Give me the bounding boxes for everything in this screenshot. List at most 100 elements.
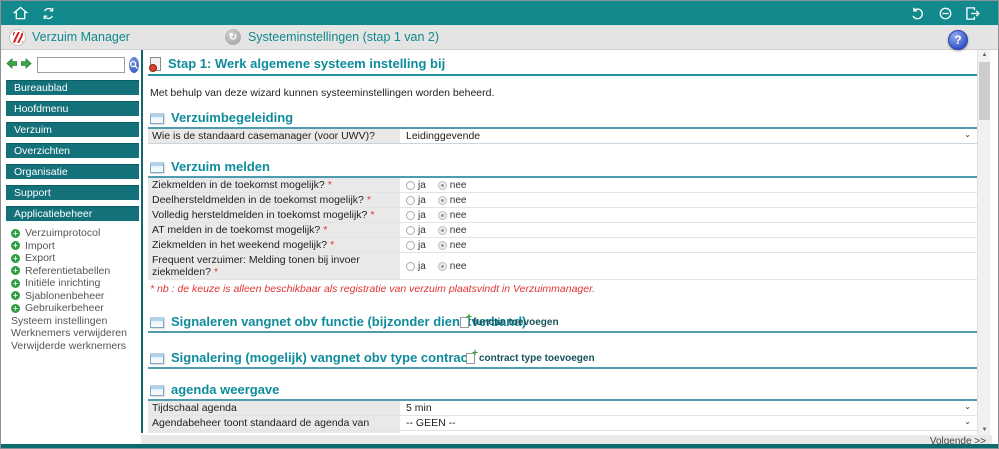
sidebar-nav (6, 54, 139, 76)
app-header: Verzuim Manager ↻ Systeeminstellingen (s… (1, 25, 998, 50)
required-asterisk: * (366, 194, 371, 206)
add-link-label: functie toevoegen (473, 317, 559, 328)
select-value: Leidinggevende (406, 130, 481, 142)
sidebar-item-import[interactable]: + Import (1, 240, 141, 253)
sidebar-item-overzichten[interactable]: Overzichten (6, 143, 139, 158)
window-icon (150, 385, 164, 396)
plus-circle-icon: + (11, 291, 20, 301)
radio-option-nee[interactable]: nee (437, 179, 467, 191)
sidebar-item-systeem-instellingen[interactable]: Systeem instellingen (1, 315, 141, 328)
question-text: Frequent verzuimer: Melding tonen bij in… (152, 254, 360, 278)
radio-icon[interactable] (406, 240, 415, 250)
forward-arrow-icon[interactable] (20, 56, 32, 74)
undo-icon[interactable] (906, 4, 928, 22)
radio-option-nee[interactable]: nee (437, 260, 467, 272)
radio-option-nee[interactable]: nee (437, 210, 466, 221)
radio-option-ja[interactable]: ja (406, 210, 426, 221)
add-link-label: contract type toevoegen (479, 353, 595, 364)
chevron-down-icon[interactable]: ⌄ (964, 402, 971, 411)
required-asterisk: * (330, 239, 335, 251)
sub-item-label: Verzuimprotocol (25, 227, 101, 240)
radio-option-ja[interactable]: ja (406, 261, 426, 272)
wizard-intro-text: Met behulp van deze wizard kunnen systee… (150, 87, 495, 99)
radio-option-ja[interactable]: ja (406, 225, 426, 236)
radio-icon[interactable] (437, 261, 447, 271)
exit-icon[interactable] (962, 4, 984, 22)
sync-icon[interactable] (37, 4, 59, 22)
sidebar-item-bureaublad[interactable]: Bureaublad (6, 80, 139, 95)
home-icon[interactable] (9, 4, 31, 22)
radio-option-nee[interactable]: nee (437, 225, 466, 236)
logout-icon[interactable] (934, 4, 956, 22)
row-label: Ziekmelden in de toekomst mogelijk? * (148, 178, 400, 192)
sidebar-item-applicatiebeheer[interactable]: Applicatiebeheer (6, 206, 139, 221)
sidebar-item-hoofdmenu[interactable]: Hoofdmenu (6, 101, 139, 116)
radio-option-uit[interactable]: uit (447, 433, 470, 434)
row-label: Tijdweergave bij afspraak in agenda (148, 431, 400, 433)
radio-icon[interactable] (437, 210, 447, 220)
sub-item-label: Initiële inrichting (25, 277, 101, 290)
sidebar-item-referentietabellen[interactable]: + Referentietabellen (1, 265, 141, 278)
help-button[interactable]: ? (948, 30, 968, 50)
radio-icon[interactable] (406, 225, 415, 235)
vertical-scrollbar[interactable]: ▲ ▼ (977, 50, 990, 435)
question-text: AT melden in de toekomst mogelijk? (152, 224, 321, 236)
step-document-icon (149, 57, 161, 72)
radio-label: nee (449, 260, 467, 272)
radio-option-ja[interactable]: ja (406, 240, 426, 251)
tijdschaal-select[interactable]: 5 min ⌄ (400, 401, 977, 415)
scroll-up-icon[interactable]: ▲ (978, 50, 991, 60)
search-input[interactable] (37, 57, 125, 73)
agendabeheer-select[interactable]: -- GEEN -- ⌄ (400, 416, 977, 430)
casemanager-select[interactable]: Leidinggevende ⌄ (400, 129, 977, 143)
radio-option-ja[interactable]: ja (406, 180, 426, 191)
form-row-question: AT melden in de toekomst mogelijk? * ja n… (148, 223, 977, 238)
sub-item-label: Referentietabellen (25, 264, 111, 277)
radio-icon[interactable] (406, 210, 415, 220)
scrollbar-thumb[interactable] (979, 62, 990, 120)
sidebar-item-gebruikerbeheer[interactable]: + Gebruikerbeheer (1, 302, 141, 315)
sidebar-item-verwijderde-werknemers[interactable]: Verwijderde werknemers (1, 340, 141, 353)
wizard-icon: ↻ (224, 29, 241, 45)
form-row-question: Deelhersteldmelden in de toekomst mogeli… (148, 193, 977, 208)
add-functie-link[interactable]: functie toevoegen (460, 312, 559, 328)
radio-icon[interactable] (437, 195, 447, 205)
chevron-down-icon[interactable]: ⌄ (964, 417, 971, 426)
bottom-accent-bar (1, 444, 998, 448)
sidebar-item-initiele-inrichting[interactable]: + Initiële inrichting (1, 277, 141, 290)
chevron-down-icon[interactable]: ⌄ (964, 130, 971, 139)
radio-label: nee (449, 179, 467, 191)
radio-group: ja nee (400, 223, 977, 237)
radio-option-nee[interactable]: nee (437, 239, 467, 251)
radio-icon[interactable] (406, 261, 415, 271)
sidebar-item-sjablonenbeheer[interactable]: + Sjablonenbeheer (1, 290, 141, 303)
radio-option-aan[interactable]: aan (406, 433, 435, 434)
radio-option-ja[interactable]: ja (406, 195, 426, 206)
sidebar: Bureaublad Hoofdmenu Verzuim Overzichten… (1, 50, 141, 433)
radio-icon[interactable] (437, 240, 447, 250)
radio-icon[interactable] (406, 180, 415, 190)
radio-icon[interactable] (406, 195, 415, 205)
section-title: agenda weergave (171, 382, 280, 397)
section-title: Verzuimbegeleiding (171, 110, 294, 125)
add-contract-type-link[interactable]: contract type toevoegen (466, 348, 595, 364)
radio-label: nee (449, 239, 467, 251)
radio-icon[interactable] (437, 180, 447, 190)
window-icon (150, 353, 164, 364)
sidebar-item-werknemers-verwijderen[interactable]: Werknemers verwijderen (1, 327, 141, 340)
section-title: Verzuim melden (171, 159, 270, 174)
step-title: Stap 1: Werk algemene systeem instelling… (168, 56, 446, 71)
search-icon[interactable] (129, 57, 139, 73)
row-label: Agendabeheer toont standaard de agenda v… (148, 416, 400, 430)
sidebar-item-verzuimprotocol[interactable]: + Verzuimprotocol (1, 227, 141, 240)
sidebar-item-support[interactable]: Support (6, 185, 139, 200)
radio-icon[interactable] (437, 225, 447, 235)
row-label: Deelhersteldmelden in de toekomst mogeli… (148, 193, 400, 207)
radio-option-nee[interactable]: nee (437, 195, 466, 206)
sidebar-item-organisatie[interactable]: Organisatie (6, 164, 139, 179)
sidebar-item-verzuim[interactable]: Verzuim (6, 122, 139, 137)
sidebar-item-export[interactable]: + Export (1, 252, 141, 265)
form-row-question: Volledig hersteldmelden in toekomst moge… (148, 208, 977, 223)
back-arrow-icon[interactable] (6, 56, 18, 74)
scroll-down-icon[interactable]: ▼ (978, 425, 991, 435)
